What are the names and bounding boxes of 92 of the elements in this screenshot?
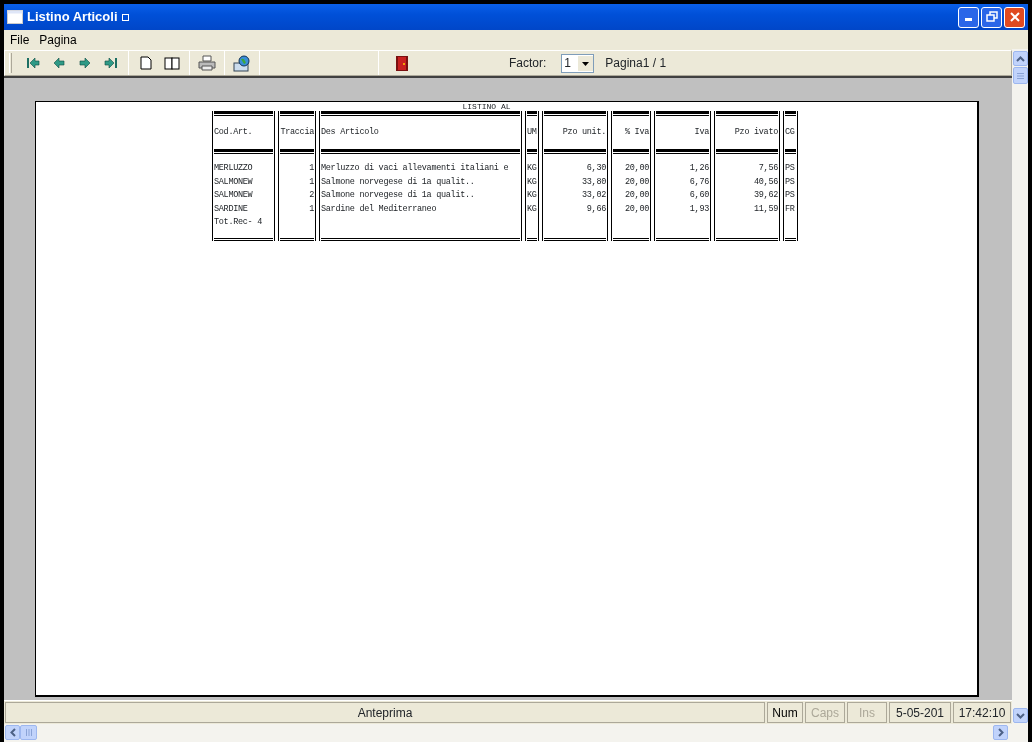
table-cell-text: 20,00 [624, 189, 650, 203]
table-cell-text: 20,00 [624, 162, 650, 175]
table-cell-text: Salmone norvegese di 1a qualit.. [320, 189, 476, 203]
column-header: % Iva [624, 126, 650, 140]
table-cell-text: 1 [308, 175, 315, 189]
close-button[interactable] [1004, 6, 1025, 28]
table-cell-text: SALMONEW [213, 189, 254, 203]
restore-button[interactable] [981, 6, 1002, 28]
table-cell-text: Sardine del Mediterraneo [320, 202, 438, 216]
minimize-button[interactable] [958, 6, 979, 28]
table-cell-text: 1 [308, 202, 315, 216]
table-cell-text: 2 [308, 189, 315, 203]
table-cell-text: 39,62 [753, 189, 779, 203]
scroll-down-icon [1015, 712, 1025, 719]
table-cell-text: 1,93 [688, 202, 710, 216]
page-indicator: Pagina1 / 1 [605, 55, 667, 72]
scroll-left-button[interactable] [5, 725, 20, 740]
printer-button[interactable] [196, 52, 218, 74]
table-cell-text: 7,56 [757, 162, 779, 175]
table-cell-text: MERLUZZO [213, 162, 254, 175]
scroll-right-button[interactable] [993, 725, 1008, 740]
table-cell-text: SALMONEW [213, 175, 254, 189]
column-header: Pzo ivato [733, 126, 779, 140]
table-cell-text: 6,30 [585, 162, 607, 175]
factor-label: Factor: [509, 55, 547, 72]
status-message: Anteprima [5, 702, 765, 723]
table-cell-text: FR [784, 202, 796, 216]
single-page-icon [140, 56, 152, 70]
scroll-thumb[interactable] [20, 725, 37, 740]
pin-icon [121, 13, 129, 21]
scroll-icon [1016, 71, 1024, 80]
printer-icon [198, 55, 216, 71]
horizontal-scrollbar[interactable] [4, 724, 1028, 742]
last-page-icon [104, 57, 118, 69]
table-cell-text: KG [526, 175, 538, 189]
menu-item[interactable]: Pagina [35, 30, 81, 49]
globe-button[interactable] [231, 52, 253, 74]
menu-item[interactable]: File [6, 30, 34, 49]
scroll-right-icon [997, 728, 1004, 737]
scroll-left-icon [9, 728, 16, 737]
restore-icon [985, 11, 998, 23]
table-cell-text: 33,02 [581, 189, 607, 203]
column-header: Cod.Art. [213, 126, 254, 140]
column-header: UM [526, 126, 538, 140]
table-cell-text: SARDINE [213, 202, 249, 216]
column-header: Des Articolo [320, 126, 380, 140]
scroll-icon [24, 729, 33, 736]
table-cell-text: 11,59 [753, 202, 779, 216]
vertical-scrollbar[interactable] [1012, 49, 1028, 724]
table-cell-text: Salmone norvegese di 1a qualit.. [320, 175, 476, 189]
table-cell-text: 1 [308, 162, 315, 175]
status-time: 17:42:10 [953, 702, 1011, 723]
table-cell-text: KG [526, 202, 538, 216]
table-cell-text: KG [526, 162, 538, 175]
scroll-thumb[interactable] [1012, 67, 1028, 84]
status-indicator: Ins [847, 702, 887, 723]
two-page-icon [164, 56, 180, 70]
table-cell: KG [526, 189, 538, 203]
table-cell-text: PS [784, 162, 796, 175]
window-title: Listino Articoli [27, 8, 118, 27]
table-cell-text: 6,60 [688, 189, 710, 203]
table-cell-text: 6,76 [688, 175, 710, 189]
status-indicator: Caps [805, 702, 845, 723]
table-cell-text: 33,80 [581, 175, 607, 189]
first-page-icon [26, 57, 40, 69]
table-cell-text: PS [784, 189, 796, 203]
report-title: LISTINO AL [462, 102, 511, 111]
factor-dropdown[interactable]: 1 [561, 53, 595, 73]
table-cell-text: 9,66 [585, 202, 607, 216]
status-date: 5-05-201 [889, 702, 951, 723]
previous-page-icon [52, 57, 66, 69]
status-indicator: Num [767, 702, 803, 723]
scroll-up-icon [1015, 55, 1025, 62]
column-header: Iva [693, 126, 710, 140]
table-cell-text: 1,26 [688, 162, 710, 175]
table-cell-text: PS [784, 175, 796, 189]
table-cell-text: Merluzzo di vaci allevamenti italiani e [320, 162, 510, 175]
next-page-icon [78, 57, 92, 69]
globe-icon [233, 54, 251, 72]
window-icon [7, 10, 23, 24]
table-cell-text: 20,00 [624, 175, 650, 189]
column-header: Traccia [279, 126, 315, 140]
scroll-down-button[interactable] [1012, 708, 1028, 723]
exit-door-icon [395, 54, 409, 72]
table-footer: Tot.Rec- 4 [213, 216, 274, 230]
caret-icon [578, 55, 594, 71]
table-cell-text: 40,56 [753, 175, 779, 189]
table-cell-text: 20,00 [624, 202, 650, 216]
close-icon [1008, 11, 1021, 23]
scroll-up-button[interactable] [1012, 51, 1028, 66]
column-header: CG [784, 126, 796, 140]
column-header: Pzo unit. [561, 126, 607, 140]
